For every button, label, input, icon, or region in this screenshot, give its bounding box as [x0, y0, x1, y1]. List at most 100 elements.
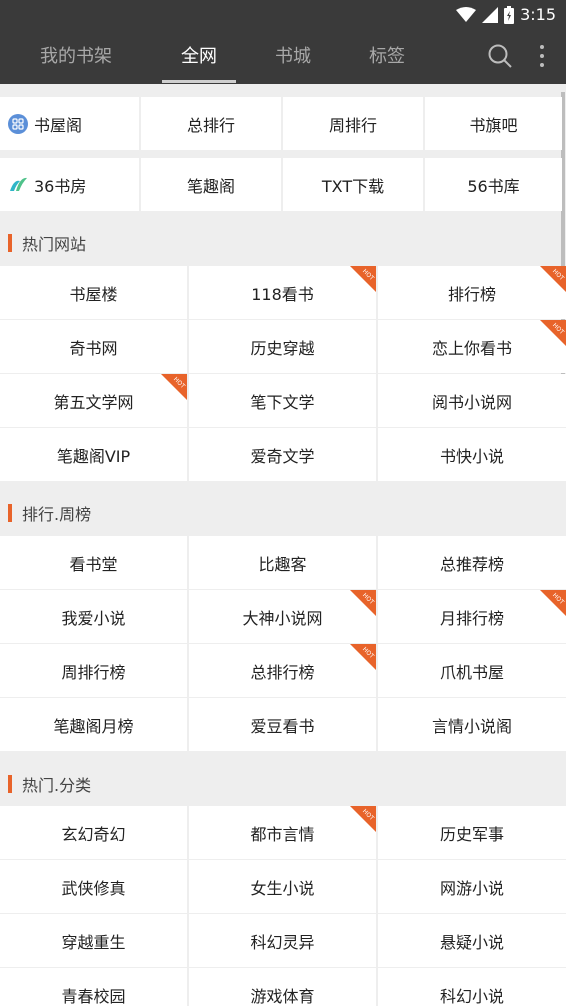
site-link-item[interactable]: 历史穿越 [189, 320, 376, 373]
grid-row: 书屋楼 118看书 HOT 排行榜 HOT [0, 266, 566, 319]
site-link-item[interactable]: 我爱小说 [0, 590, 187, 643]
site-link-item[interactable]: 比趣客 [189, 536, 376, 589]
site-link-item[interactable]: 游戏体育 [189, 968, 376, 1006]
site-link-item[interactable]: 看书堂 [0, 536, 187, 589]
quick-link-label: 56书库 [467, 176, 520, 196]
site-link-item[interactable]: 青春校园 [0, 968, 187, 1006]
status-time: 3:15 [520, 5, 556, 24]
site-link-label: 青春校园 [61, 986, 126, 1006]
section-title: 热门.分类 [22, 776, 92, 795]
site-link-item[interactable]: 书快小说 [378, 428, 566, 481]
site-link-label: 网游小说 [439, 878, 504, 898]
site-link-label: 都市言情 [250, 824, 315, 844]
hot-badge: HOT [161, 374, 187, 400]
quick-link-label: 笔趣阁 [186, 176, 235, 196]
grid-row: 看书堂 比趣客 总推荐榜 [0, 536, 566, 589]
site-link-item[interactable]: 武侠修真 [0, 860, 187, 913]
site-link-item[interactable]: 笔下文学 [189, 374, 376, 427]
tab-my-bookshelf[interactable]: 我的书架 [30, 30, 122, 84]
site-link-label: 历史军事 [439, 824, 504, 844]
site-link-label: 笔趣阁月榜 [53, 716, 134, 736]
grid-row: 奇书网 历史穿越 恋上你看书 HOT [0, 320, 566, 373]
site-link-label: 武侠修真 [61, 878, 126, 898]
site-link-item[interactable]: 大神小说网 HOT [189, 590, 376, 643]
site-link-item[interactable]: 言情小说阁 [378, 698, 566, 751]
grid-row: 第五文学网 HOT 笔下文学 阅书小说网 [0, 374, 566, 427]
site-link-label: 科幻灵异 [250, 932, 315, 952]
site-link-item[interactable]: 爱豆看书 [189, 698, 376, 751]
section-grid: 看书堂 比趣客 总推荐榜我爱小说 大神小说网 HOT 月排行榜 HOT 周排行榜 总排行榜 HOT… [0, 536, 566, 752]
section-title: 热门网站 [22, 235, 87, 254]
section-header: 排行.周榜 [0, 488, 566, 538]
hot-badge: HOT [350, 644, 376, 670]
site-link-item[interactable]: 恋上你看书 HOT [378, 320, 566, 373]
tab-tags[interactable]: 标签 [356, 30, 418, 84]
site-link-label: 爪机书屋 [439, 662, 504, 682]
site-link-item[interactable]: 爪机书屋 [378, 644, 566, 697]
quick-link-item[interactable]: 总排行 [141, 97, 281, 150]
site-link-label: 科幻小说 [439, 986, 504, 1006]
grid-row: 玄幻奇幻 都市言情 HOT 历史军事 [0, 806, 566, 859]
grid-row: 青春校园 游戏体育 科幻小说 [0, 968, 566, 1006]
site-link-item[interactable]: 周排行榜 [0, 644, 187, 697]
site-link-item[interactable]: 118看书 HOT [189, 266, 376, 319]
hot-badge: HOT [350, 266, 376, 292]
tab-all-web[interactable]: 全网 [162, 30, 236, 84]
site-link-label: 爱豆看书 [250, 716, 315, 736]
quick-links-row-2: 36书房 笔趣阁 TXT下载 56书库 [0, 158, 562, 211]
quick-links-row-1: 书屋阁 总排行 周排行 书旗吧 [0, 97, 562, 150]
site-link-item[interactable]: 笔趣阁月榜 [0, 698, 187, 751]
section-header: 热门网站 [0, 218, 566, 268]
site-link-label: 历史穿越 [250, 338, 315, 358]
site-link-item[interactable]: 都市言情 HOT [189, 806, 376, 859]
site-link-label: 118看书 [251, 284, 314, 304]
quick-link-item[interactable]: 周排行 [283, 97, 423, 150]
site-link-item[interactable]: 排行榜 HOT [378, 266, 566, 319]
site-link-item[interactable]: 科幻灵异 [189, 914, 376, 967]
site-link-item[interactable]: 女生小说 [189, 860, 376, 913]
tab-book-city[interactable]: 书城 [262, 30, 324, 84]
site-link-item[interactable]: 科幻小说 [378, 968, 566, 1006]
quick-link-item[interactable]: 书屋阁 [0, 97, 139, 150]
quick-link-item[interactable]: 书旗吧 [425, 97, 562, 150]
hot-badge: HOT [540, 320, 566, 346]
site-link-item[interactable]: 玄幻奇幻 [0, 806, 187, 859]
site-link-item[interactable]: 第五文学网 HOT [0, 374, 187, 427]
site-link-label: 爱奇文学 [250, 446, 315, 466]
site-link-label: 第五文学网 [53, 392, 134, 412]
quick-link-item[interactable]: 56书库 [425, 158, 562, 211]
section-grid: 玄幻奇幻 都市言情 HOT 历史军事武侠修真 女生小说 网游小说穿越重生 科幻灵异 悬疑小说青… [0, 806, 566, 1006]
site-link-item[interactable]: 书屋楼 [0, 266, 187, 319]
more-menu-icon[interactable] [532, 42, 552, 70]
section-accent-bar [8, 775, 12, 793]
search-icon[interactable] [486, 42, 514, 70]
site-link-label: 阅书小说网 [431, 392, 512, 412]
quick-link-item[interactable]: 36书房 [0, 158, 139, 211]
hot-badge: HOT [350, 590, 376, 616]
site-link-label: 大神小说网 [242, 608, 323, 628]
site-link-item[interactable]: 网游小说 [378, 860, 566, 913]
hot-badge: HOT [540, 590, 566, 616]
section-accent-bar [8, 234, 12, 252]
site-link-item[interactable]: 穿越重生 [0, 914, 187, 967]
site-link-item[interactable]: 月排行榜 HOT [378, 590, 566, 643]
site-link-item[interactable]: 历史军事 [378, 806, 566, 859]
site-link-item[interactable]: 笔趣阁VIP [0, 428, 187, 481]
quick-link-label: 周排行 [328, 115, 377, 135]
site-link-item[interactable]: 总推荐榜 [378, 536, 566, 589]
quick-link-item[interactable]: 笔趣阁 [141, 158, 281, 211]
site-link-label: 悬疑小说 [439, 932, 504, 952]
quick-link-label: 书旗吧 [469, 115, 518, 135]
site-link-item[interactable]: 悬疑小说 [378, 914, 566, 967]
grid-row: 笔趣阁VIP 爱奇文学 书快小说 [0, 428, 566, 481]
site-link-item[interactable]: 爱奇文学 [189, 428, 376, 481]
site-link-item[interactable]: 阅书小说网 [378, 374, 566, 427]
quick-link-item[interactable]: TXT下载 [283, 158, 423, 211]
site-link-item[interactable]: 总排行榜 HOT [189, 644, 376, 697]
signal-icon [482, 6, 499, 23]
site-link-item[interactable]: 奇书网 [0, 320, 187, 373]
site-link-label: 排行榜 [447, 284, 496, 304]
site-link-label: 总推荐榜 [439, 554, 504, 574]
active-tab-indicator [162, 80, 236, 83]
quick-link-label: TXT下载 [321, 176, 385, 196]
